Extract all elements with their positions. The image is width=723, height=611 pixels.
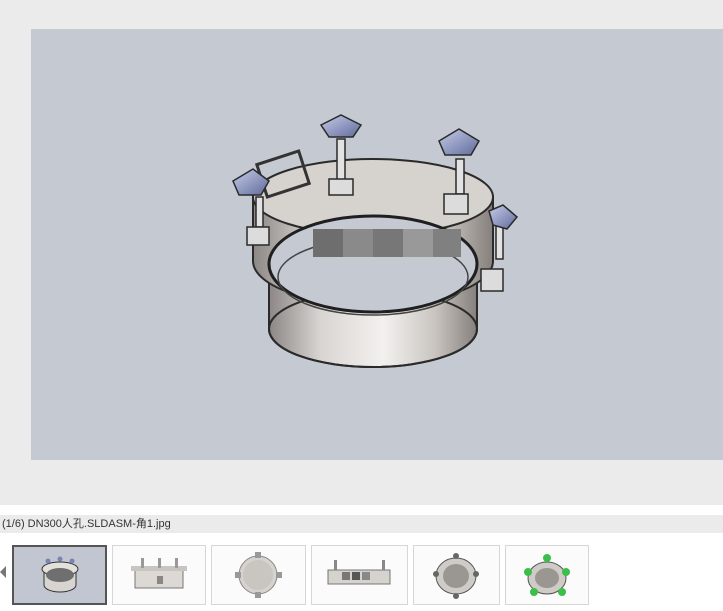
image-caption: (1/6) DN300人孔.SLDASM-角1.jpg: [2, 518, 171, 530]
thumbnail-2[interactable]: [112, 545, 206, 605]
thumbnail-strip: [0, 533, 723, 611]
prev-arrow-icon[interactable]: [0, 566, 6, 578]
thumbnail-5[interactable]: [413, 545, 500, 605]
thumbnail-4[interactable]: [311, 545, 408, 605]
separator: [0, 505, 723, 515]
main-image[interactable]: [31, 29, 723, 460]
manway-render-top: [235, 552, 282, 598]
manway-render-iso-green: [524, 554, 570, 596]
manway-render-front: [327, 560, 391, 585]
manway-3d-render: [232, 114, 519, 368]
thumbnail-3[interactable]: [211, 545, 306, 605]
manway-render-side: [131, 558, 187, 589]
image-viewer: [0, 0, 723, 505]
manway-render-iso: [433, 553, 479, 599]
thumbnail-1[interactable]: [12, 545, 107, 605]
thumbnail-6[interactable]: [505, 545, 589, 605]
caption-bar: (1/6) DN300人孔.SLDASM-角1.jpg: [0, 515, 723, 533]
manway-render-angle-1: [41, 556, 79, 593]
